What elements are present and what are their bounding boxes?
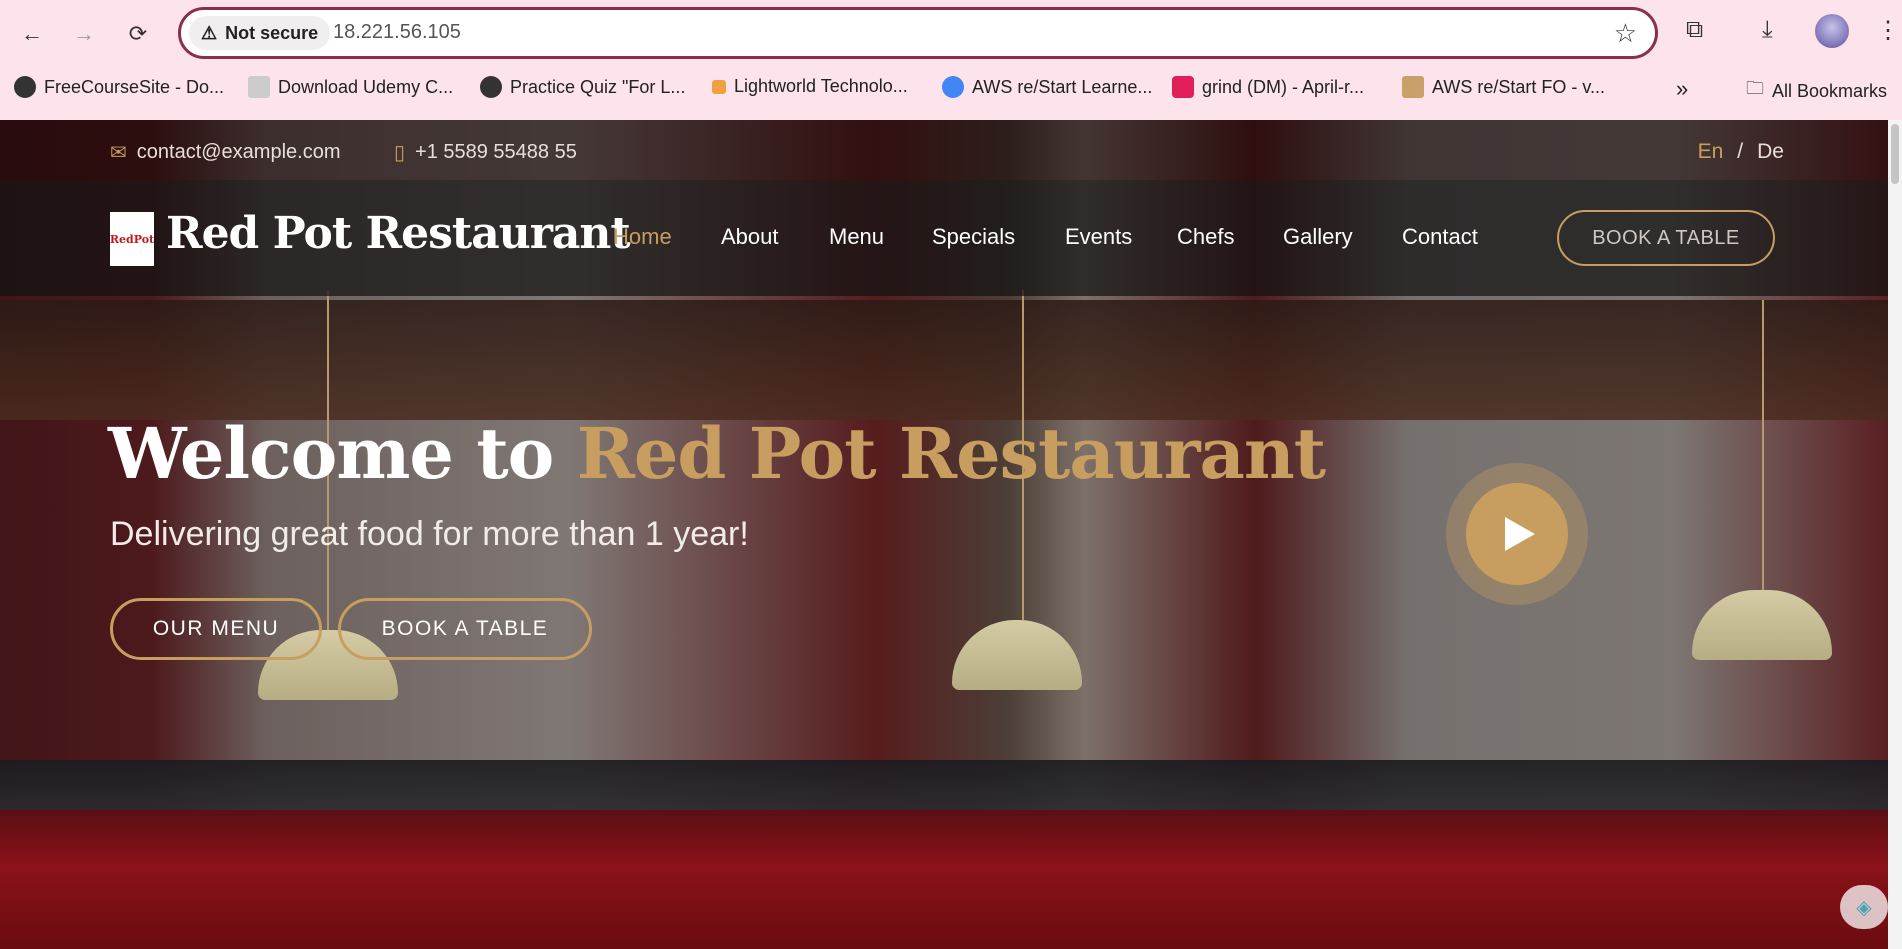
phone-contact[interactable]: ▯ +1 5589 55488 55 [394,140,577,165]
address-bar[interactable]: ⚠ Not secure 18.221.56.105 ☆ [178,7,1658,59]
all-bookmarks[interactable]: 🗀 All Bookmarks [1746,76,1887,106]
nav-about[interactable]: About [721,224,779,250]
bookmark-label: AWS re/Start Learne... [972,76,1153,97]
nav-events[interactable]: Events [1065,224,1132,250]
bookmark-label: Lightworld Technolo... [734,76,908,96]
logo-text: RedPot [109,232,155,246]
slack-icon [1172,76,1194,98]
lamp-cord [1762,300,1764,590]
bookmark-label: AWS re/Start FO - v... [1432,76,1606,97]
menu-kebab-icon[interactable]: ⋮ [1876,16,1900,45]
bookmarks-bar: FreeCourseSite - Do... Download Udemy C.… [0,70,1902,110]
folder-icon: 🗀 [1746,78,1764,98]
globe-icon [14,76,36,98]
lang-de[interactable]: De [1757,140,1784,163]
bookmark-label: Download Udemy C... [278,76,454,97]
bookmark-item[interactable]: Download Udemy C... [248,76,453,98]
site-icon [248,76,270,98]
hero-title-gold: Red Pot Restaurant [576,412,1326,495]
security-chip[interactable]: ⚠ Not secure [189,16,331,50]
bookmark-item[interactable]: grind (DM) - April-r... [1172,76,1364,98]
url-text[interactable]: 18.221.56.105 [333,21,461,44]
lang-separator: / [1737,140,1744,163]
ceiling-beam [0,300,1902,420]
nav-home[interactable]: Home [613,224,672,250]
extensions-icon[interactable]: ⧉ [1686,16,1703,44]
site-icon [1402,76,1424,98]
google-icon [942,76,964,98]
bookmark-item[interactable]: FreeCourseSite - Do... [14,76,224,98]
bookmark-label: grind (DM) - April-r... [1202,76,1365,97]
globe-icon [480,76,502,98]
nav-chefs[interactable]: Chefs [1177,224,1234,250]
forward-icon[interactable]: → [64,14,104,54]
email-contact[interactable]: ✉ contact@example.com [110,140,341,165]
hero-book-table-button[interactable]: BOOK A TABLE [338,598,592,660]
bookmark-item[interactable]: AWS re/Start FO - v... [1402,76,1605,98]
hero-title: Welcome to Red Pot Restaurant [108,412,1326,495]
assistant-widget-icon[interactable]: ◈ [1840,885,1888,929]
hero-section: ✉ contact@example.com ▯ +1 5589 55488 55… [0,120,1902,949]
lang-en[interactable]: En [1698,140,1724,163]
red-sofa [0,810,1902,949]
pendant-lamp [1692,590,1832,660]
bookmark-item[interactable]: Lightworld Technolo... [712,76,908,97]
nav-contact[interactable]: Contact [1402,224,1478,250]
envelope-icon: ✉ [110,142,127,164]
nav-gallery[interactable]: Gallery [1283,224,1353,250]
bookmark-label: Practice Quiz "For L... [510,76,686,97]
play-video-button[interactable] [1466,483,1568,585]
site-header: RedPot Red Pot Restaurant Home About Men… [0,180,1902,296]
hero-title-white: Welcome to [108,412,554,495]
security-label: Not secure [225,22,319,43]
site-icon [712,79,726,94]
profile-avatar[interactable] [1815,14,1849,48]
browser-toolbar: ← → ⟳ ⚠ Not secure 18.221.56.105 ☆ ⧉ ⤓ ⋮… [0,0,1902,120]
contact-bar: ✉ contact@example.com ▯ +1 5589 55488 55… [0,120,1902,180]
nav-specials[interactable]: Specials [932,224,1015,250]
language-switcher: En / De [1698,140,1784,164]
reload-icon[interactable]: ⟳ [118,14,158,54]
nav-menu[interactable]: Menu [829,224,884,250]
our-menu-button[interactable]: OUR MENU [110,598,322,660]
bookmark-star-icon[interactable]: ☆ [1614,18,1637,49]
all-bookmarks-label: All Bookmarks [1772,80,1888,101]
warning-icon: ⚠ [201,22,218,43]
download-icon[interactable]: ⤓ [1762,16,1773,44]
phone-icon: ▯ [394,142,406,164]
bookmark-item[interactable]: AWS re/Start Learne... [942,76,1152,98]
email-text: contact@example.com [136,141,341,163]
bookmarks-overflow-icon[interactable]: » [1676,76,1688,102]
pendant-lamp [952,620,1082,690]
bookmark-item[interactable]: Practice Quiz "For L... [480,76,685,98]
book-table-button[interactable]: BOOK A TABLE [1557,210,1775,266]
page-scrollbar[interactable] [1888,120,1902,949]
logo[interactable]: RedPot [110,212,154,266]
bookmark-label: FreeCourseSite - Do... [44,76,225,97]
brand-name[interactable]: Red Pot Restaurant [166,208,631,259]
scroll-thumb[interactable] [1891,124,1899,184]
hero-subtitle: Delivering great food for more than 1 ye… [110,515,749,553]
play-icon [1505,517,1535,551]
back-icon[interactable]: ← [12,14,52,54]
phone-text: +1 5589 55488 55 [415,141,577,163]
